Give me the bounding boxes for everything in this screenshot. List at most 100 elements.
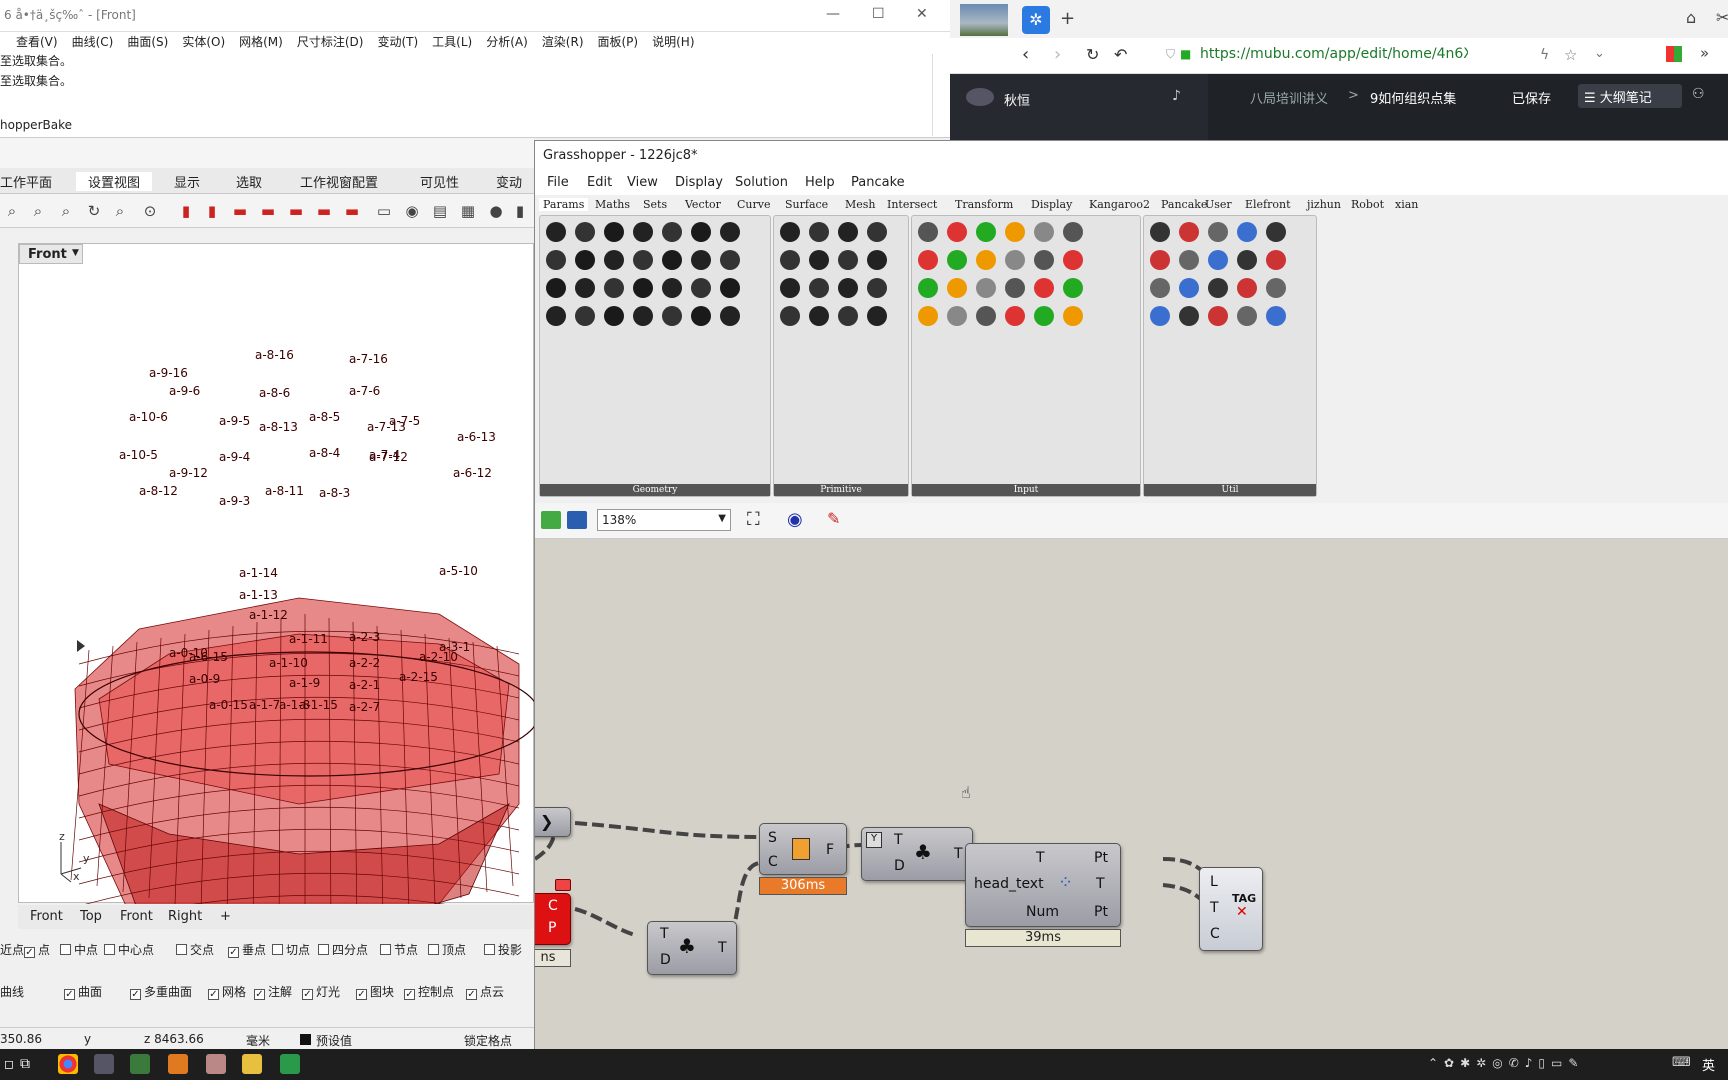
util-param-icon[interactable] xyxy=(1237,278,1257,298)
archive-icon[interactable] xyxy=(206,1054,226,1074)
input-param-icon[interactable] xyxy=(1063,306,1083,326)
breadcrumb-parent[interactable]: 八局培训讲义 xyxy=(1250,88,1328,107)
osnap-option[interactable]: ✓ 图块 xyxy=(356,983,394,1000)
gh-menu-item[interactable]: View xyxy=(627,175,658,190)
input-param-icon[interactable] xyxy=(947,250,967,270)
chrome-icon[interactable] xyxy=(58,1054,78,1074)
forward-icon[interactable]: › xyxy=(1054,44,1061,65)
input-param-icon[interactable] xyxy=(1005,278,1025,298)
menu-item[interactable]: 分析(A) xyxy=(486,33,528,50)
util-param-icon[interactable] xyxy=(1208,306,1228,326)
light-icon[interactable]: ● xyxy=(486,201,506,221)
input-param-icon[interactable] xyxy=(1034,306,1054,326)
checkbox[interactable] xyxy=(104,944,115,955)
gh-category-tab[interactable]: Curve xyxy=(737,198,770,211)
car-front-icon[interactable]: ▬ xyxy=(230,201,250,221)
geometry-param-icon[interactable] xyxy=(575,250,595,270)
checkbox[interactable]: ✓ xyxy=(254,989,265,1000)
zoom-icon[interactable]: ⌕ xyxy=(56,201,76,221)
gh-menu-item[interactable]: Pancake xyxy=(851,175,905,190)
primitive-param-icon[interactable] xyxy=(867,278,887,298)
util-param-icon[interactable] xyxy=(1237,250,1257,270)
osnap-option[interactable]: 四分点 xyxy=(318,941,368,958)
gh-category-tab[interactable]: Params xyxy=(539,198,589,211)
geometry-param-icon[interactable] xyxy=(575,222,595,242)
geometry-param-icon[interactable] xyxy=(662,222,682,242)
geometry-param-icon[interactable] xyxy=(691,306,711,326)
share-icon[interactable]: ⚇ xyxy=(1692,86,1705,102)
geometry-param-icon[interactable] xyxy=(720,250,740,270)
geometry-param-icon[interactable] xyxy=(575,278,595,298)
geometry-param-icon[interactable] xyxy=(546,250,566,270)
input-param-icon[interactable] xyxy=(947,278,967,298)
geometry-param-icon[interactable] xyxy=(546,278,566,298)
input-param-icon[interactable] xyxy=(1063,222,1083,242)
geometry-param-icon[interactable] xyxy=(633,306,653,326)
breadcrumb-current[interactable]: 9如何组织点集 xyxy=(1370,88,1456,107)
checkbox[interactable] xyxy=(318,944,329,955)
util-param-icon[interactable] xyxy=(1179,222,1199,242)
toolbar-tab[interactable]: 显示 xyxy=(174,172,200,191)
input-param-icon[interactable] xyxy=(1005,222,1025,242)
osnap-option[interactable]: 节点 xyxy=(380,941,418,958)
sketch-icon[interactable]: ✎ xyxy=(827,509,840,528)
geometry-param-icon[interactable] xyxy=(633,278,653,298)
primitive-param-icon[interactable] xyxy=(809,222,829,242)
primitive-param-icon[interactable] xyxy=(809,278,829,298)
drop-icon[interactable]: ▮ xyxy=(510,201,530,221)
tray-icons[interactable]: ⌃✿✱✲◎✆♪▯▭✎ xyxy=(1428,1056,1584,1070)
toolbar-tab[interactable]: 可见性 xyxy=(420,172,459,191)
input-param-icon[interactable] xyxy=(1005,306,1025,326)
zoom-one-icon[interactable]: ⊙ xyxy=(140,201,160,221)
ime-indicator[interactable]: 英 xyxy=(1702,1055,1715,1074)
primitive-param-icon[interactable] xyxy=(838,278,858,298)
gh-category-tab[interactable]: Intersect xyxy=(887,198,937,211)
osnap-option[interactable]: 投影 xyxy=(484,941,522,958)
toolbar-tab[interactable]: 选取 xyxy=(236,172,262,191)
zoom-window-icon[interactable]: ⌕ xyxy=(28,201,48,221)
rhino-viewport[interactable]: Front ▼ a-9-16 a-8-16 a-7-16 a-9-6 a-8-6 a-7-… xyxy=(18,243,535,904)
menu-item[interactable]: 尺寸标注(D) xyxy=(297,33,364,50)
toolbar-tab[interactable]: 变动 xyxy=(496,172,522,191)
viewport-tab[interactable]: Front xyxy=(120,909,153,924)
util-param-icon[interactable] xyxy=(1150,306,1170,326)
layer-name[interactable]: 预设值 xyxy=(316,1032,352,1049)
checkbox[interactable] xyxy=(380,944,391,955)
car-right-icon[interactable]: ▬ xyxy=(286,201,306,221)
car-back-icon[interactable]: ▬ xyxy=(314,201,334,221)
geometry-param-icon[interactable] xyxy=(546,222,566,242)
geometry-param-icon[interactable] xyxy=(604,222,624,242)
checkbox[interactable]: ✓ xyxy=(356,989,367,1000)
osnap-option[interactable]: ✓ 点 xyxy=(24,941,50,958)
toolbar-tab[interactable]: 设置视图 xyxy=(76,172,153,191)
maximize-icon[interactable]: ☐ xyxy=(872,6,885,22)
checkbox[interactable]: ✓ xyxy=(130,989,141,1000)
save-icon[interactable] xyxy=(567,511,587,529)
menu-item[interactable]: 网格(M) xyxy=(239,33,283,50)
checkbox[interactable]: ✓ xyxy=(302,989,313,1000)
keyboard-icon[interactable]: ⌨ xyxy=(1672,1055,1691,1070)
primitive-param-icon[interactable] xyxy=(867,250,887,270)
component-head-text[interactable]: T head_text Num ⁘ Pt T Pt xyxy=(965,843,1121,927)
wps-icon[interactable] xyxy=(280,1054,300,1074)
osnap-option[interactable]: 近点 xyxy=(0,941,24,958)
back-icon[interactable]: ‹ xyxy=(1022,44,1029,65)
input-param-icon[interactable] xyxy=(1063,278,1083,298)
osnap-option[interactable]: ✓ 曲面 xyxy=(64,983,102,1000)
util-param-icon[interactable] xyxy=(1208,250,1228,270)
camera-icon[interactable]: ▮ xyxy=(202,201,222,221)
input-param-icon[interactable] xyxy=(1063,250,1083,270)
input-param-icon[interactable] xyxy=(1034,222,1054,242)
input-param-icon[interactable] xyxy=(976,222,996,242)
task-view-icon[interactable]: ⧉ xyxy=(20,1054,40,1074)
gh-menu-item[interactable]: Help xyxy=(805,175,835,190)
folder-icon[interactable] xyxy=(242,1054,262,1074)
util-param-icon[interactable] xyxy=(1179,306,1199,326)
gh-category-tab[interactable]: Kangaroo2 xyxy=(1089,198,1150,211)
gh-menu-item[interactable]: File xyxy=(547,175,569,190)
checkbox[interactable] xyxy=(60,944,71,955)
osnap-option[interactable]: 中点 xyxy=(60,941,98,958)
util-param-icon[interactable] xyxy=(1208,222,1228,242)
menu-item[interactable]: 面板(P) xyxy=(598,33,639,50)
osnap-option[interactable]: ✓ 网格 xyxy=(208,983,246,1000)
